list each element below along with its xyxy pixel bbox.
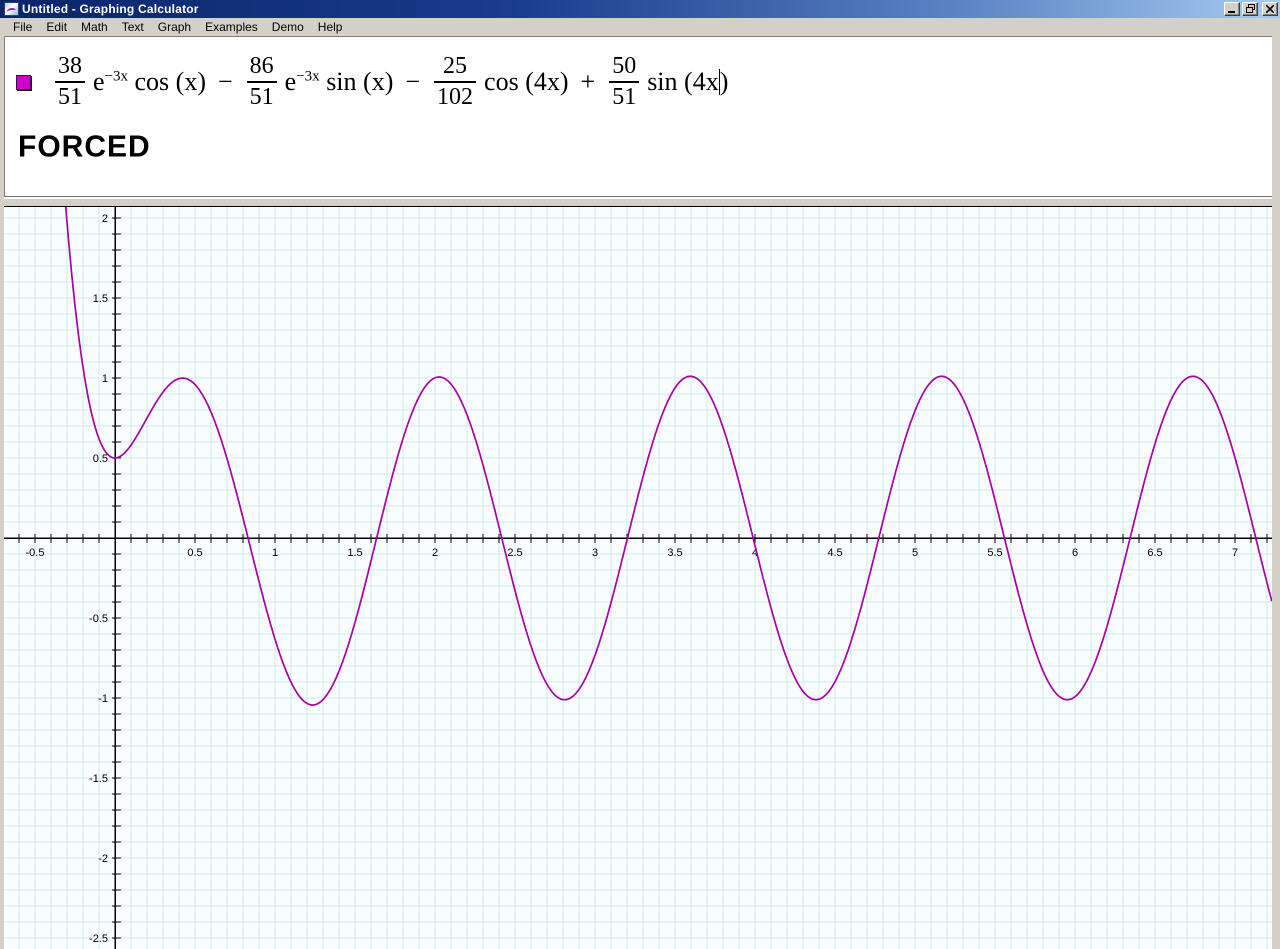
y-axis-tick-label: 1	[102, 373, 108, 385]
minimize-icon	[1228, 11, 1235, 13]
curve-color-marker[interactable]	[16, 74, 31, 90]
y-axis-tick-label: 1.5	[93, 293, 108, 305]
x-axis-tick-label: 2.5	[507, 547, 522, 559]
menu-help[interactable]: Help	[311, 19, 350, 36]
fraction-2: 86 51	[246, 53, 277, 111]
menu-graph[interactable]: Graph	[151, 19, 198, 36]
close-button[interactable]	[1262, 2, 1278, 16]
term-1-exp-trig: e−3x cos (x)	[93, 67, 206, 97]
operator-plus: +	[580, 67, 596, 97]
x-axis-tick-label: 3	[592, 547, 598, 559]
term-3-trig: cos (4x)	[484, 67, 569, 97]
fraction-4-numerator: 50	[612, 53, 637, 79]
x-axis-tick-label: 0.5	[187, 547, 202, 559]
menu-text[interactable]: Text	[115, 19, 151, 36]
plot-background	[4, 207, 1272, 949]
y-axis-tick-label: -1	[98, 693, 108, 705]
fraction-2-numerator: 86	[249, 53, 274, 79]
x-axis-tick-label: 6.5	[1147, 547, 1162, 559]
y-axis-tick-label: -0.5	[89, 613, 108, 625]
fraction-4-denominator: 51	[612, 84, 637, 111]
term-4-trig: sin (4x)	[647, 67, 729, 97]
equation-row[interactable]: 38 51 e−3x cos (x) − 86 51 e−3x sin (x) …	[16, 53, 1272, 111]
x-axis-tick-label: 2	[432, 547, 438, 559]
graph-panel[interactable]: -0.5 0.5 1 1.5 2 2.5 3 3.5 4 4.5 5 5.5 6 6.5 7 2 1.5 1 0.5…	[4, 207, 1272, 949]
fraction-2-denominator: 51	[249, 84, 274, 111]
menu-demo[interactable]: Demo	[265, 19, 311, 36]
equation-panel[interactable]: 38 51 e−3x cos (x) − 86 51 e−3x sin (x) …	[4, 36, 1272, 196]
menu-bar: File Edit Math Text Graph Examples Demo …	[4, 18, 1272, 36]
y-axis-tick-label: -1.5	[89, 773, 108, 785]
x-axis-tick-label: 1	[272, 547, 278, 559]
close-icon	[1266, 5, 1274, 13]
minimize-button[interactable]	[1224, 2, 1240, 16]
y-axis-tick-label: -2.5	[89, 933, 108, 945]
x-axis-tick-label: 1.5	[347, 547, 362, 559]
y-axis-tick-label: 0.5	[93, 453, 108, 465]
x-axis-tick-label: 3.5	[667, 547, 682, 559]
operator-minus-2: −	[405, 67, 421, 97]
fraction-1-numerator: 38	[58, 53, 82, 79]
x-axis-tick-label: 4.5	[827, 547, 842, 559]
y-axis-tick-label: 2	[102, 213, 108, 225]
fraction-4: 50 51	[609, 53, 640, 111]
operator-minus-1: −	[218, 67, 233, 97]
fraction-1-denominator: 51	[58, 84, 82, 111]
pane-splitter[interactable]	[4, 199, 1272, 206]
x-axis-tick-label: 5	[912, 547, 918, 559]
x-axis-tick-label: 6	[1072, 547, 1078, 559]
window-frame: File Edit Math Text Graph Examples Demo …	[0, 18, 1280, 949]
y-axis-tick-label: -2	[98, 853, 108, 865]
annotation-text[interactable]: FORCED	[18, 130, 1272, 165]
menu-math[interactable]: Math	[74, 19, 115, 36]
app-icon[interactable]	[4, 2, 19, 16]
menu-file[interactable]: File	[6, 19, 39, 36]
window-title: Untitled - Graphing Calculator	[22, 2, 199, 16]
x-axis-tick-label: 7	[1232, 547, 1238, 559]
fraction-1: 38 51	[55, 53, 85, 111]
x-axis-tick-label: -0.5	[26, 547, 45, 559]
restore-icon	[1245, 4, 1255, 13]
restore-button[interactable]	[1242, 2, 1258, 16]
fraction-3-numerator: 25	[443, 53, 468, 79]
graph-svg[interactable]: -0.5 0.5 1 1.5 2 2.5 3 3.5 4 4.5 5 5.5 6 6.5 721.510.5…	[4, 207, 1272, 949]
fraction-3-denominator: 102	[437, 84, 474, 111]
term-2-exp-trig: e−3x sin (x)	[284, 67, 394, 97]
menu-edit[interactable]: Edit	[39, 19, 74, 36]
x-axis-tick-label: 5.5	[987, 547, 1002, 559]
menu-examples[interactable]: Examples	[198, 19, 265, 36]
fraction-3: 25 102	[434, 53, 477, 111]
window-controls	[1222, 2, 1278, 16]
window-titlebar[interactable]: Untitled - Graphing Calculator	[0, 0, 1280, 18]
